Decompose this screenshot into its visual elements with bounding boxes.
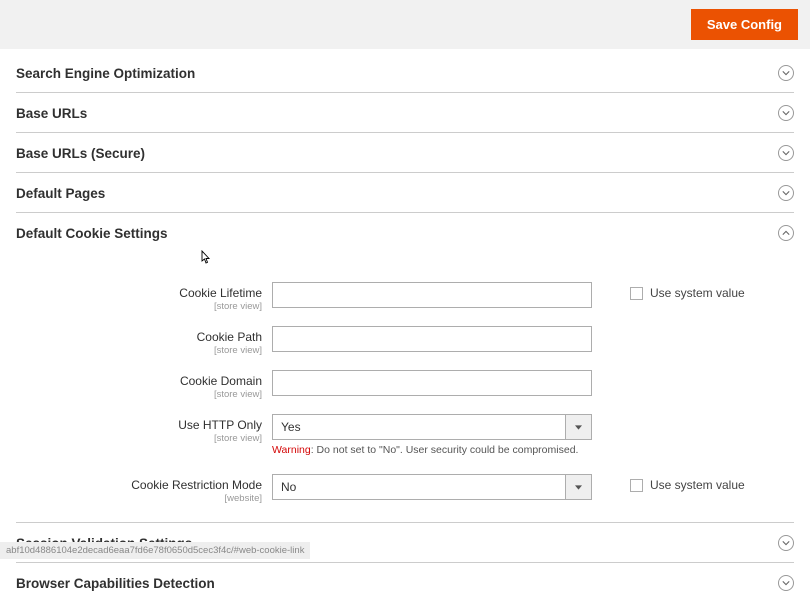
section-default-pages[interactable]: Default Pages (16, 173, 794, 213)
use-system-label: Use system value (650, 478, 745, 492)
row-cookie-lifetime: Cookie Lifetime [store view] Use system … (16, 282, 794, 312)
use-system-label: Use system value (650, 286, 745, 300)
field-label: Cookie Path (197, 330, 262, 344)
chevron-down-icon (778, 105, 794, 121)
section-seo[interactable]: Search Engine Optimization (16, 53, 794, 93)
field-label: Use HTTP Only (178, 418, 262, 432)
section-title: Base URLs (Secure) (16, 146, 145, 161)
caret-down-icon (566, 474, 592, 500)
warning-note: Warning: Do not set to "No". User securi… (272, 444, 592, 456)
section-default-cookie[interactable]: Default Cookie Settings (16, 213, 794, 252)
caret-down-icon (566, 414, 592, 440)
section-browser-capabilities[interactable]: Browser Capabilities Detection (16, 563, 794, 602)
chevron-down-icon (778, 575, 794, 591)
cookie-domain-input[interactable] (272, 370, 592, 396)
section-title: Search Engine Optimization (16, 66, 195, 81)
scope-label: [store view] (16, 433, 262, 444)
top-toolbar: Save Config (0, 0, 810, 49)
row-cookie-restriction: Cookie Restriction Mode [website] No Use… (16, 474, 794, 504)
section-title: Browser Capabilities Detection (16, 576, 215, 591)
row-cookie-domain: Cookie Domain [store view] (16, 370, 794, 400)
config-sections: Search Engine Optimization Base URLs Bas… (0, 53, 810, 602)
scope-label: [store view] (16, 389, 262, 400)
use-http-only-select[interactable]: Yes (272, 414, 592, 440)
default-cookie-body: Cookie Lifetime [store view] Use system … (16, 252, 794, 523)
chevron-down-icon (778, 535, 794, 551)
cookie-lifetime-input[interactable] (272, 282, 592, 308)
section-base-urls[interactable]: Base URLs (16, 93, 794, 133)
section-base-urls-secure[interactable]: Base URLs (Secure) (16, 133, 794, 173)
cookie-restriction-select[interactable]: No (272, 474, 592, 500)
cursor-pointer-icon (199, 250, 213, 269)
chevron-down-icon (778, 65, 794, 81)
chevron-down-icon (778, 185, 794, 201)
save-config-button[interactable]: Save Config (691, 9, 798, 40)
row-cookie-path: Cookie Path [store view] (16, 326, 794, 356)
use-system-checkbox[interactable] (630, 479, 643, 492)
select-value: No (272, 474, 566, 500)
status-bar-url: abf10d4886104e2decad6eaa7fd6e78f0650d5ce… (0, 542, 310, 559)
scope-label: [store view] (16, 301, 262, 312)
scope-label: [store view] (16, 345, 262, 356)
section-title: Default Cookie Settings (16, 226, 168, 241)
section-title: Base URLs (16, 106, 87, 121)
field-label: Cookie Lifetime (179, 286, 262, 300)
chevron-up-icon (778, 225, 794, 241)
field-label: Cookie Domain (180, 374, 262, 388)
cookie-path-input[interactable] (272, 326, 592, 352)
scope-label: [website] (16, 493, 262, 504)
select-value: Yes (272, 414, 566, 440)
row-use-http-only: Use HTTP Only [store view] Yes Warning: … (16, 414, 794, 456)
use-system-checkbox[interactable] (630, 287, 643, 300)
section-title: Default Pages (16, 186, 105, 201)
chevron-down-icon (778, 145, 794, 161)
field-label: Cookie Restriction Mode (131, 478, 262, 492)
